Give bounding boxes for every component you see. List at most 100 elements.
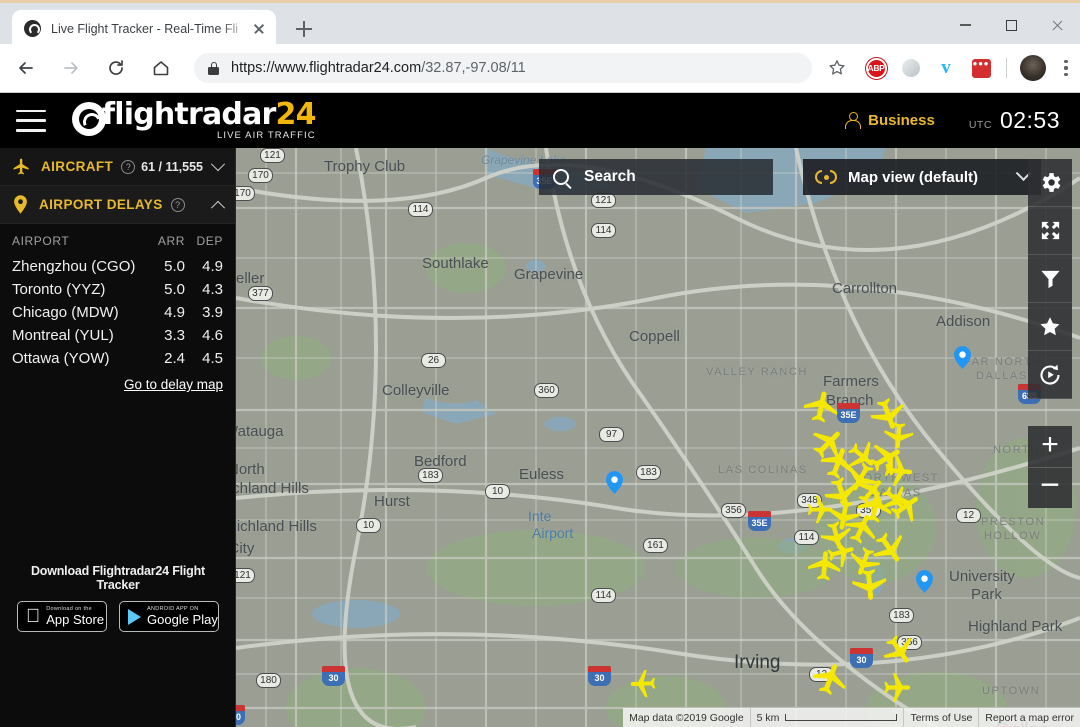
highway-shield: 10 (485, 484, 510, 499)
extension-gray-circle-icon[interactable] (898, 55, 924, 81)
map-place-label: Keller (236, 270, 265, 287)
search-icon (553, 169, 569, 185)
menu-hamburger-icon[interactable] (16, 109, 46, 132)
new-tab-button[interactable] (292, 17, 316, 41)
aircraft-panel-title: AIRCRAFT (41, 159, 114, 174)
browser-toolbar: https://www.flightradar24.com/32.87,-97.… (0, 44, 1080, 93)
map-place-label: Hurst (374, 493, 410, 510)
airport-delays-panel-header[interactable]: AIRPORT DELAYS ? (0, 186, 235, 224)
reload-button[interactable] (97, 49, 135, 87)
map-place-label: Southlake (422, 255, 489, 272)
aircraft-marker[interactable] (847, 554, 891, 602)
flightradar24-logo[interactable]: flightradar24 LIVE AIR TRAFFIC (72, 97, 317, 141)
filter-icon (1040, 270, 1060, 289)
airport-marker-pin[interactable] (954, 346, 971, 369)
utc-time: 02:53 (999, 107, 1060, 133)
browser-menu-icon[interactable] (1052, 53, 1080, 83)
chevron-up-icon[interactable] (210, 200, 226, 215)
back-button[interactable] (7, 49, 45, 87)
extension-vimeo-icon[interactable]: v (933, 55, 959, 81)
highway-shield: 114 (408, 202, 433, 217)
map-zoom-controls: + − (1028, 426, 1072, 508)
address-bar[interactable]: https://www.flightradar24.com/32.87,-97.… (194, 53, 812, 83)
map-scale-label: 5 km (756, 711, 780, 724)
profile-avatar[interactable] (1020, 55, 1046, 81)
map-place-label: Euless (519, 466, 565, 483)
arr-value: 3.3 (164, 327, 185, 344)
airport-name: Ottawa (YOW) (12, 350, 110, 367)
highway-shield: 183 (418, 468, 443, 483)
airplane-icon (13, 158, 29, 175)
window-maximize-button[interactable] (988, 3, 1034, 47)
download-app-section: Download Flightradar24 Flight Tracker  … (0, 564, 236, 632)
google-play-icon (128, 608, 141, 625)
map-canvas[interactable]: Trophy ClubKellerSouthlakeGrapevineGrape… (236, 148, 1080, 727)
map-place-label: Inte (528, 508, 552, 524)
map-place-label: Trophy Club (324, 158, 406, 175)
extension-adblock-plus-icon[interactable]: ABP (863, 55, 889, 81)
delays-help-icon[interactable]: ? (170, 197, 185, 212)
window-minimize-button[interactable] (942, 3, 988, 47)
chevron-down-icon[interactable] (210, 156, 226, 171)
highway-shield: 180 (256, 673, 281, 688)
highway-shield: 183 (636, 465, 661, 480)
table-row[interactable]: Zhengzhou (CGO) 5.0 4.9 (12, 255, 223, 278)
business-account-button[interactable]: Business (845, 112, 935, 129)
map-place-label: North (236, 461, 265, 478)
airport-marker-pin[interactable] (916, 570, 933, 593)
browser-tab[interactable]: Live Flight Tracker - Real-Time Fli (12, 10, 276, 47)
go-to-delay-map-link[interactable]: Go to delay map (124, 377, 223, 392)
filter-button[interactable] (1028, 255, 1072, 303)
map-place-label: VALLEY RANCH (706, 366, 808, 378)
settings-button[interactable] (1028, 159, 1072, 207)
map-scale-bar (785, 714, 898, 721)
highway-shield: 12 (956, 508, 981, 523)
map-place-label: Highland Park (968, 618, 1063, 635)
app-store-badge[interactable]:  Download on the App Store (17, 601, 107, 632)
map-search-input[interactable]: Search (539, 159, 773, 195)
aircraft-marker[interactable] (803, 549, 845, 595)
report-map-error-link[interactable]: Report a map error (978, 708, 1080, 727)
map-place-label: DALLAS (976, 370, 1028, 382)
airport-marker-pin[interactable] (606, 471, 623, 494)
table-row[interactable]: Montreal (YUL) 3.3 4.6 (12, 324, 223, 347)
highway-shield: 26 (421, 353, 446, 368)
map-view-dropdown[interactable]: Map view (default) (803, 159, 1041, 195)
arr-value: 5.0 (164, 258, 185, 275)
tab-close-icon[interactable] (250, 20, 268, 38)
map-place-label: n City (236, 540, 255, 557)
utc-label: UTC (968, 119, 992, 131)
lock-icon (208, 61, 219, 75)
home-button[interactable] (142, 49, 180, 87)
history-playback-icon (1040, 364, 1060, 385)
window-close-button[interactable] (1034, 3, 1080, 47)
terms-of-use-link[interactable]: Terms of Use (903, 708, 979, 727)
forward-button[interactable] (52, 49, 90, 87)
google-play-badge[interactable]: ANDROID APP ON Google Play (119, 601, 219, 632)
aircraft-help-icon[interactable]: ? (121, 159, 136, 174)
logo-wordmark: flightradar24 (102, 97, 317, 133)
aircraft-marker[interactable] (629, 667, 666, 700)
highway-shield: 121 (236, 568, 255, 583)
favorites-button[interactable] (1028, 303, 1072, 351)
aircraft-panel-header[interactable]: AIRCRAFT ? 61 / 11,555 (0, 148, 235, 186)
bookmark-star-icon[interactable] (820, 51, 854, 85)
table-row[interactable]: Toronto (YYZ) 5.0 4.3 (12, 278, 223, 301)
left-sidebar: AIRCRAFT ? 61 / 11,555 AIRPORT DELAYS ? … (0, 148, 236, 727)
table-row[interactable]: Chicago (MDW) 4.9 3.9 (12, 301, 223, 324)
app-header: flightradar24 LIVE AIR TRAFFIC Business … (0, 93, 1080, 148)
aircraft-marker[interactable] (873, 671, 911, 705)
fullscreen-button[interactable] (1028, 207, 1072, 255)
extension-lastpass-icon[interactable]: ••• (968, 55, 994, 81)
apple-icon:  (26, 607, 40, 626)
highway-shield: 356 (721, 503, 746, 518)
column-airport: AIRPORT (12, 234, 70, 248)
table-row[interactable]: Ottawa (YOW) 2.4 4.5 (12, 347, 223, 370)
flightradar24-app: flightradar24 LIVE AIR TRAFFIC Business … (0, 93, 1080, 727)
download-title: Download Flightradar24 Flight Tracker (30, 564, 206, 592)
map-background (236, 148, 1080, 727)
zoom-out-button[interactable]: − (1028, 467, 1072, 508)
map-place-label: Carrollton (832, 280, 898, 297)
zoom-in-button[interactable]: + (1028, 426, 1072, 467)
playback-button[interactable] (1028, 351, 1072, 399)
